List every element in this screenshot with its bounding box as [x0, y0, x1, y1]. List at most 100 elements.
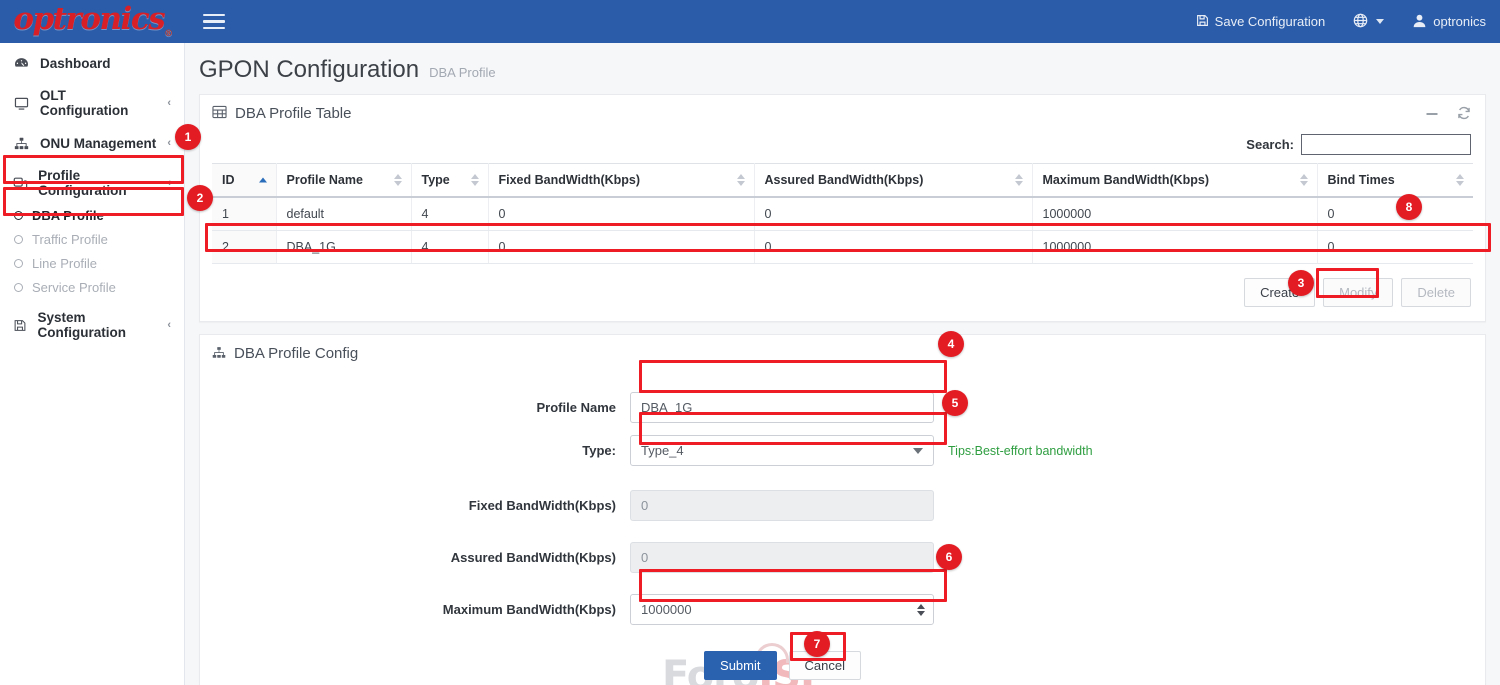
assured-bandwidth-control: [630, 542, 934, 573]
search-input[interactable]: [1301, 134, 1471, 155]
save-configuration-button[interactable]: Save Configuration: [1182, 0, 1340, 43]
save-configuration-label: Save Configuration: [1215, 14, 1326, 29]
column-header-assured-bandwidth[interactable]: Assured BandWidth(Kbps): [754, 164, 1032, 198]
column-header-profile-name[interactable]: Profile Name: [276, 164, 411, 198]
sort-icon: [1456, 174, 1464, 186]
maximum-bandwidth-input[interactable]: [630, 594, 934, 625]
registered-mark-icon: ®: [164, 29, 172, 39]
sidebar-item-olt-configuration[interactable]: OLT Configuration ‹: [0, 83, 184, 123]
cell-profile-name: DBA_1G: [276, 231, 411, 264]
sidebar-subitem-label: Service Profile: [32, 280, 116, 295]
minus-icon[interactable]: [1425, 107, 1439, 121]
dashboard-icon: [13, 57, 30, 70]
user-name-label: optronics: [1433, 14, 1486, 29]
column-header-type[interactable]: Type: [411, 164, 488, 198]
assured-bandwidth-input: [630, 542, 934, 573]
type-select-wrap: Type_4: [630, 435, 934, 466]
chevron-left-icon: ‹: [167, 137, 171, 149]
sidebar-item-line-profile[interactable]: Line Profile: [0, 251, 184, 275]
topbar-right-group: Save Configuration optronics: [1182, 0, 1500, 43]
breadcrumb: DBA Profile: [429, 65, 495, 80]
refresh-icon[interactable]: [1457, 106, 1471, 122]
submit-button[interactable]: Submit: [704, 651, 776, 680]
annotation-badge-7: 7: [804, 631, 830, 657]
column-label: Profile Name: [287, 173, 363, 187]
fixed-bandwidth-label: Fixed BandWidth(Kbps): [200, 498, 630, 513]
hamburger-bar: [203, 27, 225, 30]
column-label: ID: [222, 173, 235, 187]
column-header-fixed-bandwidth[interactable]: Fixed BandWidth(Kbps): [488, 164, 754, 198]
cell-id: 1: [212, 197, 276, 231]
circle-icon: [14, 235, 23, 244]
user-menu[interactable]: optronics: [1398, 0, 1500, 43]
sidebar-item-onu-management[interactable]: ONU Management ‹: [0, 123, 184, 163]
sidebar-item-label: System Configuration: [38, 310, 158, 340]
save-icon: [1196, 14, 1209, 30]
sidebar-subitem-label: DBA Profile: [32, 208, 104, 223]
sidebar-subitem-label: Traffic Profile: [32, 232, 108, 247]
table-row[interactable]: 1 default 4 0 0 1000000 0: [212, 197, 1473, 231]
profile-name-input[interactable]: [630, 392, 934, 423]
sidebar-item-service-profile[interactable]: Service Profile: [0, 275, 184, 299]
column-header-bind-times[interactable]: Bind Times: [1317, 164, 1473, 198]
form-panel-header: DBA Profile Config: [200, 335, 1485, 370]
brand-logo[interactable]: optronics®: [0, 0, 185, 43]
cell-bind-times: 0: [1317, 197, 1473, 231]
column-label: Bind Times: [1328, 173, 1395, 187]
top-navbar: optronics® Save Configuration: [0, 0, 1500, 43]
fixed-bandwidth-control: [630, 490, 934, 521]
cell-type: 4: [411, 231, 488, 264]
profile-name-control: [630, 392, 934, 423]
cell-assured-bandwidth: 0: [754, 231, 1032, 264]
delete-button[interactable]: Delete: [1401, 278, 1471, 307]
table-panel-title: DBA Profile Table: [235, 105, 351, 122]
table-row[interactable]: 2 DBA_1G 4 0 0 1000000 0: [212, 231, 1473, 264]
annotation-badge-2: 2: [187, 185, 213, 211]
hamburger-bar: [203, 20, 225, 23]
circle-icon: [14, 259, 23, 268]
field-row-maximum-bandwidth: Maximum BandWidth(Kbps): [200, 594, 1485, 625]
table-body: 1 default 4 0 0 1000000 0 2 DBA_1G 4: [212, 197, 1473, 264]
sort-icon: [394, 174, 402, 186]
save-icon: [13, 319, 28, 332]
sidebar-item-profile-configuration[interactable]: Profile Configuration ‹: [0, 163, 184, 203]
type-select[interactable]: Type_4: [630, 435, 934, 466]
field-row-fixed-bandwidth: Fixed BandWidth(Kbps): [200, 490, 1485, 521]
cell-bind-times: 0: [1317, 231, 1473, 264]
cell-type: 4: [411, 197, 488, 231]
sidebar-item-system-configuration[interactable]: System Configuration ‹: [0, 305, 184, 345]
column-header-id[interactable]: ID: [212, 164, 276, 198]
profile-name-label: Profile Name: [200, 400, 630, 415]
chevron-down-icon: [1376, 19, 1384, 24]
app-root: optronics® Save Configuration: [0, 0, 1500, 685]
sidebar-item-traffic-profile[interactable]: Traffic Profile: [0, 227, 184, 251]
column-header-maximum-bandwidth[interactable]: Maximum BandWidth(Kbps): [1032, 164, 1317, 198]
sort-icon: [737, 174, 745, 186]
page-header: GPON Configuration DBA Profile: [185, 43, 1500, 94]
number-stepper-icon[interactable]: [917, 604, 925, 616]
assured-bandwidth-label: Assured BandWidth(Kbps): [200, 550, 630, 565]
panel-tools: [1425, 106, 1471, 122]
maximum-bandwidth-label: Maximum BandWidth(Kbps): [200, 602, 630, 617]
table-action-buttons: Create Modify Delete: [212, 264, 1473, 311]
column-label: Assured BandWidth(Kbps): [765, 173, 924, 187]
hamburger-bar: [203, 14, 225, 17]
sidebar-item-dba-profile[interactable]: DBA Profile: [0, 203, 184, 227]
sort-ascending-icon: [259, 178, 267, 183]
main-content: GPON Configuration DBA Profile DBA Profi…: [185, 43, 1500, 685]
table-head: ID Profile Name Type: [212, 164, 1473, 198]
form-buttons: Submit Cancel: [185, 637, 1485, 685]
column-label: Maximum BandWidth(Kbps): [1043, 173, 1210, 187]
cell-id: 2: [212, 231, 276, 264]
hamburger-icon[interactable]: [203, 12, 225, 32]
sidebar-item-dashboard[interactable]: Dashboard: [0, 43, 184, 83]
modify-button[interactable]: Modify: [1323, 278, 1393, 307]
sidebar-item-label: ONU Management: [40, 136, 156, 151]
sidebar-item-label: OLT Configuration: [40, 88, 157, 118]
sort-icon: [1300, 174, 1308, 186]
config-form: Profile Name Type: Type_4: [200, 370, 1485, 685]
user-icon: [1412, 13, 1427, 31]
chevron-left-icon: ‹: [167, 97, 171, 109]
language-selector[interactable]: [1339, 0, 1398, 43]
cancel-button[interactable]: Cancel: [789, 651, 861, 680]
